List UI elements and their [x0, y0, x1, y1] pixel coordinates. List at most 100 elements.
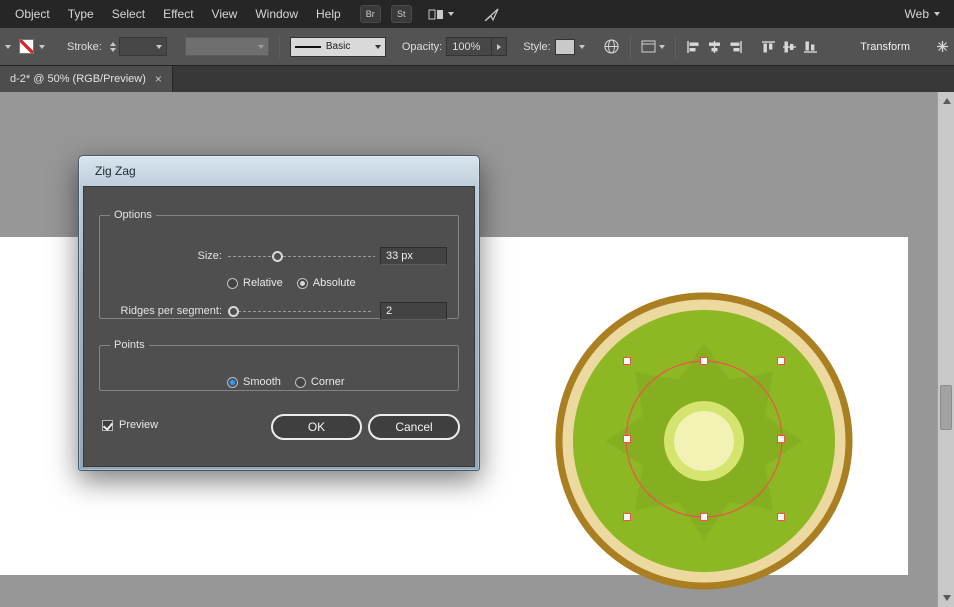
ridges-slider-track: [228, 311, 372, 312]
preferences-button[interactable]: [641, 40, 665, 53]
arrange-documents-button[interactable]: [428, 8, 454, 21]
selection-handle[interactable]: [701, 514, 708, 521]
graphic-style-swatch[interactable]: [555, 39, 575, 55]
smooth-radio[interactable]: Smooth: [227, 376, 281, 388]
stroke-profile-preview: [295, 46, 321, 48]
opacity-input[interactable]: 100%: [446, 37, 492, 56]
size-input[interactable]: 33 px: [380, 247, 447, 265]
menu-type[interactable]: Type: [59, 7, 103, 21]
chevron-down-icon: [156, 45, 162, 49]
size-row: Size: 33 px: [100, 246, 458, 266]
radio-circle-icon: [227, 278, 238, 289]
relative-radio[interactable]: Relative: [227, 277, 283, 289]
points-group: Points Smooth Corner: [99, 339, 459, 391]
divider: [279, 35, 280, 59]
share-button[interactable]: [484, 7, 501, 22]
scroll-down-icon[interactable]: [943, 595, 951, 601]
ridges-input[interactable]: 2: [380, 302, 447, 320]
menu-window[interactable]: Window: [246, 7, 307, 21]
zigzag-dialog: Zig Zag Options Size: 33 px Relative: [78, 155, 480, 471]
ok-button[interactable]: OK: [271, 414, 362, 440]
opacity-options-button[interactable]: [492, 37, 507, 56]
panel-icon: [641, 40, 656, 53]
brush-definition-dropdown[interactable]: [185, 37, 269, 56]
ridges-slider-handle[interactable]: [228, 306, 239, 317]
selection-handle[interactable]: [778, 358, 785, 365]
align-right-icon[interactable]: [728, 40, 743, 54]
size-mode-row: Relative Absolute: [227, 273, 458, 293]
document-setup-button[interactable]: [603, 38, 620, 55]
opacity-label: Opacity:: [402, 41, 442, 53]
size-slider[interactable]: [228, 249, 375, 263]
panel-options-icon[interactable]: [936, 40, 949, 53]
scroll-up-icon[interactable]: [943, 98, 951, 104]
align-top-icon[interactable]: [761, 40, 776, 54]
chevron-down-icon: [375, 45, 381, 49]
close-icon[interactable]: ×: [155, 72, 162, 86]
cancel-button[interactable]: Cancel: [368, 414, 460, 440]
points-legend: Points: [110, 339, 149, 351]
smooth-label: Smooth: [243, 376, 281, 388]
document-tab[interactable]: d-2* @ 50% (RGB/Preview) ×: [0, 66, 173, 92]
options-group: Options Size: 33 px Relative: [99, 209, 459, 319]
selection-handle[interactable]: [624, 436, 631, 443]
stroke-weight-dropdown[interactable]: [119, 37, 167, 56]
absolute-radio[interactable]: Absolute: [297, 277, 356, 289]
selection-handle[interactable]: [778, 436, 785, 443]
preview-label: Preview: [119, 419, 158, 431]
size-slider-handle[interactable]: [272, 251, 283, 262]
chevron-down-icon: [110, 48, 116, 52]
selection-handle[interactable]: [624, 358, 631, 365]
corner-label: Corner: [311, 376, 345, 388]
profile-name: Basic: [326, 41, 370, 52]
align-bottom-icon[interactable]: [803, 40, 818, 54]
chevron-down-icon[interactable]: [5, 45, 11, 49]
selection-handle[interactable]: [778, 514, 785, 521]
align-center-vertical-icon[interactable]: [782, 40, 797, 54]
corner-radio[interactable]: Corner: [295, 376, 345, 388]
size-slider-track: [228, 256, 375, 257]
control-bar: Stroke: Basic Opacity: 100% Style:: [0, 28, 954, 66]
dialog-body: Options Size: 33 px Relative: [83, 186, 475, 467]
ridges-row: Ridges per segment: 2: [100, 301, 458, 321]
stroke-weight-stepper[interactable]: [110, 42, 116, 52]
align-buttons: [686, 40, 818, 54]
fill-color-swatch[interactable]: [19, 39, 34, 54]
radio-circle-icon: [297, 278, 308, 289]
menu-effect[interactable]: Effect: [154, 7, 202, 21]
preview-checkbox[interactable]: Preview: [102, 419, 158, 431]
menu-help[interactable]: Help: [307, 7, 350, 21]
vertical-scrollbar[interactable]: [937, 92, 954, 607]
align-center-horizontal-icon[interactable]: [707, 40, 722, 54]
chevron-down-icon[interactable]: [39, 45, 45, 49]
size-label: Size:: [100, 250, 222, 262]
ridges-label: Ridges per segment:: [100, 305, 222, 317]
dialog-title: Zig Zag: [95, 164, 136, 178]
menu-select[interactable]: Select: [103, 7, 154, 21]
selection-handle[interactable]: [701, 358, 708, 365]
align-left-icon[interactable]: [686, 40, 701, 54]
share-icon: [484, 7, 501, 22]
chevron-down-icon: [448, 12, 454, 16]
selection-handle[interactable]: [624, 514, 631, 521]
variable-width-profile-dropdown[interactable]: Basic: [290, 37, 386, 57]
absolute-label: Absolute: [313, 277, 356, 289]
points-row: Smooth Corner: [227, 372, 458, 392]
workspace-label: Web: [905, 7, 929, 21]
divider: [675, 35, 676, 59]
globe-icon: [603, 38, 620, 55]
ridges-slider[interactable]: [228, 304, 372, 318]
scrollbar-thumb[interactable]: [940, 385, 952, 430]
chevron-down-icon[interactable]: [579, 45, 585, 49]
menu-object[interactable]: Object: [6, 7, 59, 21]
radio-circle-icon: [295, 377, 306, 388]
relative-label: Relative: [243, 277, 283, 289]
bridge-icon[interactable]: Br: [360, 5, 381, 23]
chevron-down-icon: [258, 45, 264, 49]
dialog-titlebar[interactable]: Zig Zag: [83, 156, 475, 186]
workspace-switcher[interactable]: Web: [905, 7, 948, 21]
stock-icon[interactable]: St: [391, 5, 412, 23]
menu-view[interactable]: View: [203, 7, 247, 21]
transform-link[interactable]: Transform: [860, 41, 910, 53]
canvas-area[interactable]: Zig Zag Options Size: 33 px Relative: [0, 92, 954, 607]
